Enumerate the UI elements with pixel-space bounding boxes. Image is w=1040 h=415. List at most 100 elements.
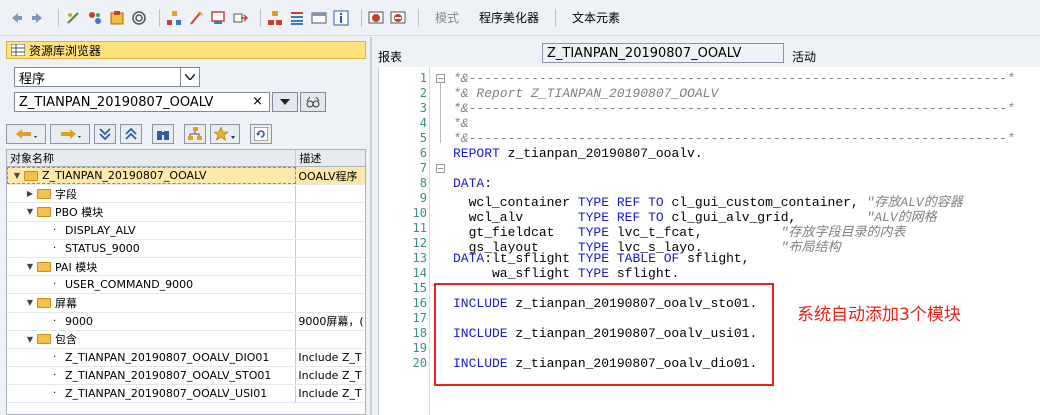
column-header-description[interactable]: 描述 bbox=[296, 150, 365, 166]
tree-row-description bbox=[296, 331, 365, 348]
tree-row[interactable]: · 9000 9000屏幕，( bbox=[7, 312, 365, 331]
find-button[interactable] bbox=[152, 124, 174, 144]
where-used-icon[interactable] bbox=[131, 10, 147, 26]
test-icon[interactable] bbox=[289, 10, 305, 26]
tree-row[interactable]: · Z_TIANPAN_20190807_OOALV_DIO01 Include Z… bbox=[7, 348, 365, 368]
tree-row-description: Include Z_T bbox=[298, 350, 362, 364]
line-number: 1 bbox=[419, 71, 427, 85]
collapsed-node-icon[interactable]: ▶ bbox=[25, 189, 35, 198]
refresh-button[interactable] bbox=[250, 124, 272, 144]
code-line[interactable]: *&--------------------------------------… bbox=[453, 101, 1015, 116]
fold-toggle-icon[interactable]: − bbox=[436, 74, 445, 83]
object-list-icon[interactable] bbox=[210, 10, 226, 26]
hierarchy-button[interactable] bbox=[184, 124, 206, 144]
tree-row[interactable]: · STATUS_9000 bbox=[7, 239, 365, 258]
expanded-node-icon[interactable]: ▼ bbox=[25, 262, 35, 271]
tree-row[interactable]: ▼ 屏幕 bbox=[7, 294, 365, 313]
leaf-bullet-icon: · bbox=[53, 242, 57, 254]
stop-icon[interactable] bbox=[390, 10, 406, 26]
tree-row-description bbox=[296, 222, 365, 239]
expand-button[interactable] bbox=[120, 124, 142, 144]
line-number: 15 bbox=[412, 281, 427, 295]
navigate-icon[interactable] bbox=[232, 10, 248, 26]
line-number: 11 bbox=[412, 221, 427, 235]
tree-row-name-cell: · Z_TIANPAN_20190807_OOALV_STO01 bbox=[7, 367, 297, 385]
line-number: 3 bbox=[419, 101, 427, 115]
tree-row[interactable]: · DISPLAY_ALV bbox=[7, 221, 365, 240]
toolbar-separator bbox=[418, 8, 419, 27]
code-line[interactable]: DATA:lt_sflight TYPE TABLE OF sflight, bbox=[453, 251, 750, 266]
tree-row[interactable]: ▼ Z_TIANPAN_20190807_OOALV OOALV程序 bbox=[7, 167, 365, 186]
mode-button[interactable]: 模式 bbox=[435, 9, 459, 26]
toolbar-separator bbox=[58, 8, 59, 27]
code-line[interactable]: REPORT z_tianpan_20190807_ooalv. bbox=[453, 146, 703, 161]
expanded-node-icon[interactable]: ▼ bbox=[25, 335, 35, 344]
tree-row-name-cell: ▶ 字段 bbox=[7, 185, 297, 203]
tree-node-label: Z_TIANPAN_20190807_OOALV_USI01 bbox=[65, 387, 268, 401]
code-line[interactable]: wa_sflight TYPE sflight. bbox=[453, 266, 679, 281]
folder-icon bbox=[37, 334, 51, 345]
tree-row[interactable]: ▶ 字段 bbox=[7, 185, 365, 204]
folder-icon bbox=[37, 261, 51, 272]
object-type-select[interactable]: 程序 bbox=[14, 67, 200, 87]
display-change-icon[interactable] bbox=[87, 10, 103, 26]
expanded-node-icon[interactable]: ▼ bbox=[25, 207, 35, 216]
line-number: 12 bbox=[412, 236, 427, 250]
tree-row-description bbox=[296, 185, 365, 202]
display-object-button[interactable] bbox=[300, 92, 326, 112]
clear-icon[interactable]: × bbox=[252, 94, 263, 109]
pattern-icon[interactable] bbox=[188, 10, 204, 26]
tree-row[interactable]: ▼ 包含 bbox=[7, 330, 365, 349]
leaf-bullet-icon: · bbox=[53, 315, 57, 327]
line-number: 4 bbox=[419, 116, 427, 130]
next-object-button[interactable] bbox=[50, 124, 90, 144]
line-number: 18 bbox=[412, 326, 427, 340]
tree-row-description bbox=[296, 240, 365, 257]
activate-icon[interactable] bbox=[109, 10, 125, 26]
back-arrow-icon[interactable] bbox=[8, 10, 24, 26]
tree-row-description: 9000屏幕，( bbox=[298, 315, 364, 329]
tree-row[interactable]: · Z_TIANPAN_20190807_OOALV_USI01 Include Z… bbox=[7, 385, 365, 404]
dropdown-button[interactable] bbox=[272, 92, 298, 112]
forward-arrow-icon[interactable] bbox=[30, 10, 46, 26]
code-line[interactable]: *&--------------------------------------… bbox=[453, 131, 1015, 146]
tree-row-name-cell: · Z_TIANPAN_20190807_OOALV_USI01 bbox=[7, 385, 297, 403]
tree-row[interactable]: · Z_TIANPAN_20190807_OOALV_STO01 Include Z… bbox=[7, 367, 365, 386]
chevron-down-icon[interactable] bbox=[180, 68, 199, 86]
code-line[interactable]: *& bbox=[453, 116, 469, 131]
repository-browser-label: 资源库浏览器 bbox=[29, 43, 102, 58]
tree-row[interactable]: ▼ PBO 模块 bbox=[7, 203, 365, 222]
triangle-down-icon bbox=[280, 99, 290, 105]
other-object-icon[interactable] bbox=[65, 10, 81, 26]
code-line[interactable]: *&--------------------------------------… bbox=[453, 71, 1015, 86]
object-name-input[interactable]: Z_TIANPAN_20190807_OOALV × bbox=[14, 92, 270, 112]
tree-row-name-cell: ▼ Z_TIANPAN_20190807_OOALV bbox=[7, 167, 297, 185]
breakpoint-icon[interactable] bbox=[311, 10, 327, 26]
text-elements-button[interactable]: 文本元素 bbox=[572, 9, 620, 26]
object-tree-rows: ▼ Z_TIANPAN_20190807_OOALV OOALV程序 ▶ 字段 ▼ PBO … bbox=[7, 167, 365, 404]
fold-toggle-icon[interactable]: − bbox=[436, 164, 445, 173]
line-number: 2 bbox=[419, 86, 427, 100]
favorites-button[interactable] bbox=[210, 124, 240, 144]
previous-object-button[interactable] bbox=[6, 124, 46, 144]
tree-node-label: 屏幕 bbox=[55, 296, 77, 310]
folder-icon bbox=[37, 206, 51, 217]
pretty-printer-icon[interactable] bbox=[368, 10, 384, 26]
tree-row[interactable]: · USER_COMMAND_9000 bbox=[7, 276, 365, 295]
code-line[interactable]: *& Report Z_TIANPAN_20190807_OOALV bbox=[453, 86, 718, 101]
expanded-node-icon[interactable]: ▼ bbox=[25, 298, 35, 307]
column-header-object-name[interactable]: 对象名称 bbox=[7, 150, 297, 166]
line-number: 19 bbox=[412, 341, 427, 355]
tree-row[interactable]: ▼ PAI 模块 bbox=[7, 257, 365, 277]
expanded-node-icon[interactable]: ▼ bbox=[12, 171, 22, 180]
object-type-value: 程序 bbox=[19, 71, 46, 87]
tree-row-name-cell: · Z_TIANPAN_20190807_OOALV_DIO01 bbox=[7, 348, 297, 367]
report-name-field: Z_TIANPAN_20190807_OOALV bbox=[542, 43, 784, 63]
pretty-printer-button[interactable]: 程序美化器 bbox=[479, 9, 539, 26]
layout-icon[interactable] bbox=[267, 10, 283, 26]
code-line[interactable]: DATA: bbox=[453, 176, 492, 191]
info-icon[interactable] bbox=[333, 10, 349, 26]
collapse-button[interactable] bbox=[94, 124, 116, 144]
tree-node-label: 字段 bbox=[55, 187, 77, 201]
hierarchy-icon[interactable] bbox=[166, 10, 182, 26]
